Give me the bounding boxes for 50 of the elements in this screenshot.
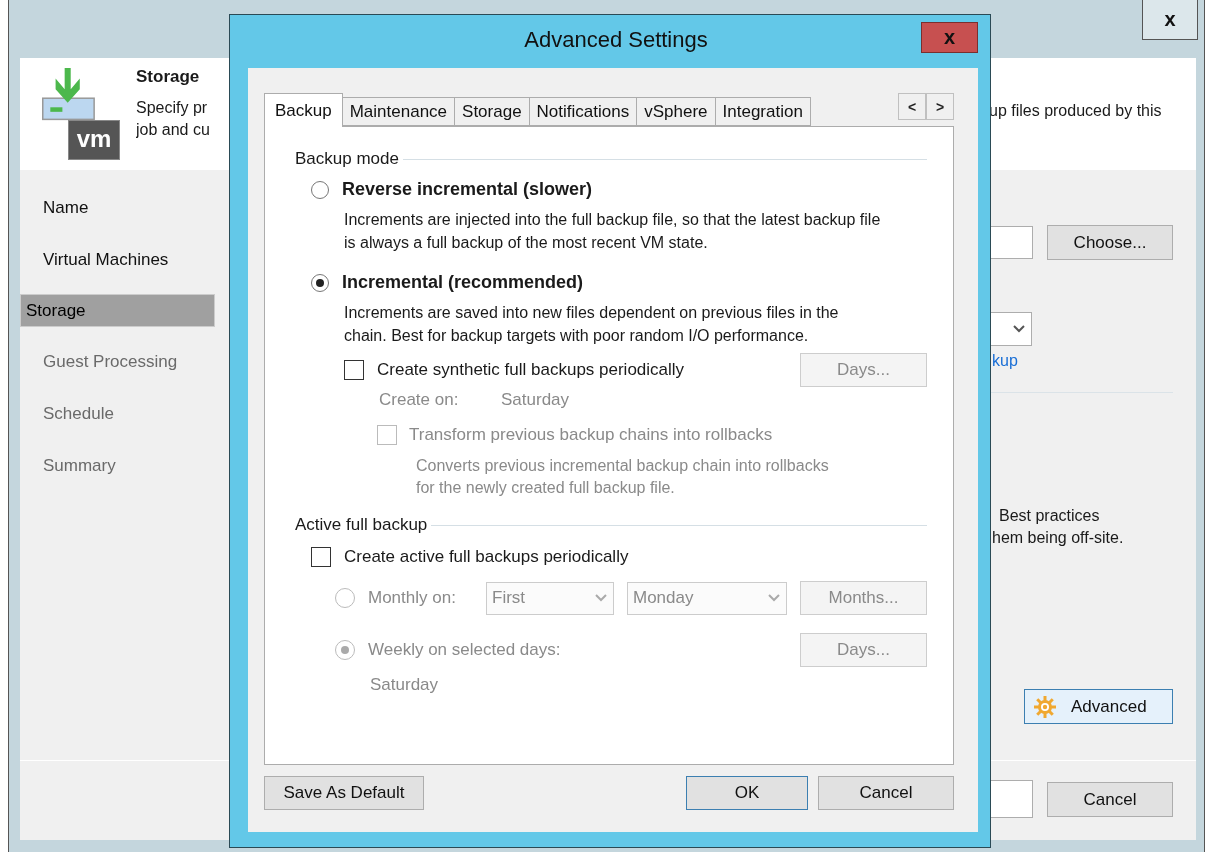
selected-days: Saturday [370,675,927,695]
checkbox[interactable] [311,547,331,567]
option-description: Increments are injected into the full backup file, so that the latest backup file is always a full backup of the most recent VM state. [344,210,882,253]
note-text: Best practices [999,506,1100,526]
field-value: Saturday [501,390,570,410]
save-as-default-button[interactable]: Save As Default [264,776,424,810]
radio-label: Weekly on selected days: [368,640,562,660]
tab-scroll-button[interactable]: < [898,93,926,120]
tab[interactable]: Backup [264,93,343,127]
checkbox[interactable] [344,360,364,380]
checkbox-label: Transform previous backup chains into rollbacks [409,425,773,445]
tab[interactable]: Integration [715,97,811,126]
field-label: Create on: [379,390,460,410]
page-description: Specify pr [136,98,209,118]
option-description: Increments are saved into new files dependent on previous files in the chain. Best for backup targets with poor random I/O performance. [344,303,840,346]
option-label: Incremental (recommended) [342,272,584,293]
link[interactable]: kup [992,352,1018,370]
tab[interactable]: Storage [455,97,530,126]
step-item[interactable]: Name [20,190,228,225]
chevron-icon [1013,325,1025,333]
close-button[interactable]: x [921,22,978,53]
radio-button[interactable] [311,180,329,199]
cancel-button[interactable]: Cancel [1047,782,1173,817]
chevron-icon [595,594,607,602]
option-label: Reverse incremental (slower) [342,179,593,200]
group-label: Active full backup [295,515,428,535]
ok-button[interactable]: OK [686,776,808,810]
dialog-title: Advanced Settings [524,26,708,53]
checkbox-label: Create synthetic full backups periodically [377,360,686,380]
advanced-button[interactable]: Advanced [1024,689,1173,724]
tab[interactable]: vSphere [637,97,716,126]
tab[interactable]: Notifications [529,97,638,126]
gear-icon [1033,694,1057,719]
note-text: hem being off-site. [992,528,1124,548]
cancel-button[interactable]: Cancel [818,776,954,810]
radio-button[interactable] [311,273,329,292]
step-item[interactable]: Virtual Machines [20,242,228,277]
page-description: job and cu [136,120,211,140]
checkbox-label: Create active full backups periodically [344,547,629,567]
chevron-icon [768,594,780,602]
close-button[interactable]: x [1142,0,1198,40]
page-title: Storage [136,67,201,87]
tab-scroll-button[interactable]: > [926,93,954,120]
tab[interactable]: Maintenance [342,97,456,126]
choose-button[interactable]: Choose... [1047,225,1173,260]
radio-label: Monthly on: [368,588,457,608]
step-item[interactable]: Storage [20,294,215,327]
option-description: Converts previous incremental backup chain into rollbacks for the newly created full backup file. [416,456,830,498]
logo-text: vm [68,120,120,160]
group-label: Backup mode [295,149,399,169]
